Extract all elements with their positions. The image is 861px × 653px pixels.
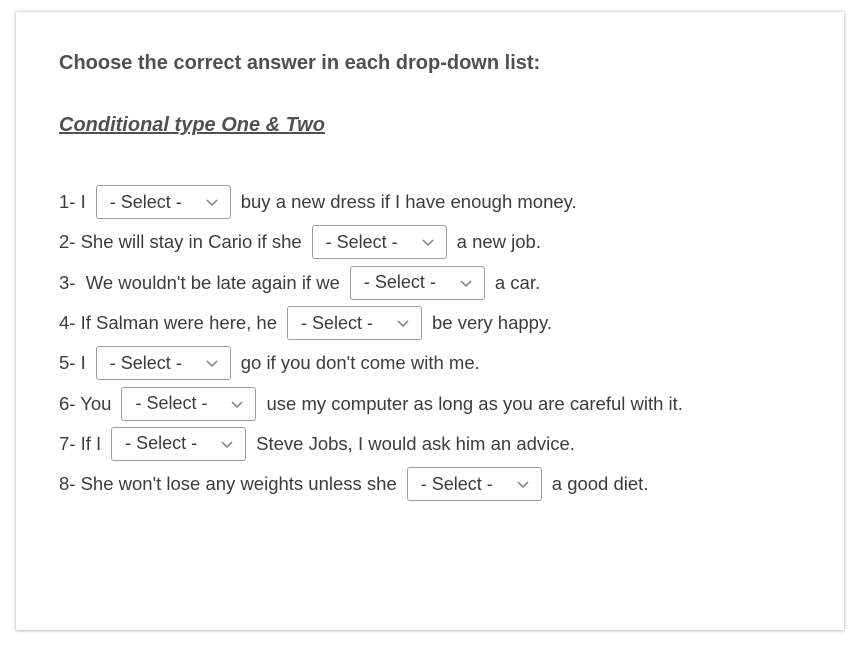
question-5-before: 5- I (59, 352, 86, 374)
question-6-select[interactable]: - Select - (121, 386, 257, 421)
question-7-after: Steve Jobs, I would ask him an advice. (256, 432, 575, 454)
question-2-before: 2- She will stay in Cario if she (59, 231, 302, 253)
exercise-subtitle: Conditional type One & Two (59, 114, 325, 136)
question-5-select[interactable]: - Select - (95, 346, 231, 381)
question-7-select[interactable]: - Select - (111, 426, 247, 461)
question-6-after: use my computer as long as you are caref… (266, 392, 683, 414)
question-list: 1- I - Select - buy a new dress if I hav… (59, 182, 829, 504)
question-3-select-value: - Select - (363, 272, 436, 293)
chevron-down-icon (460, 280, 472, 287)
question-3-after: a car. (494, 271, 541, 293)
question-4-after: be very happy. (432, 312, 552, 334)
chevron-down-icon (221, 441, 233, 449)
instructions-heading: Choose the correct answer in each drop-d… (59, 52, 541, 74)
question-2-after: a new job. (456, 231, 541, 253)
question-8-after: a good diet. (551, 473, 649, 495)
question-2-select[interactable]: - Select - (311, 225, 447, 260)
question-1-after: buy a new dress if I have enough money. (240, 191, 577, 213)
chevron-down-icon (422, 239, 434, 247)
question-3-before: 3- We wouldn't be late again if we (59, 271, 340, 293)
question-6-select-value: - Select - (135, 393, 208, 414)
question-1-select[interactable]: - Select - (95, 185, 231, 220)
chevron-down-icon (397, 320, 409, 328)
question-6: 6- You - Select - use my computer as lon… (59, 383, 829, 423)
question-5-select-value: - Select - (109, 352, 182, 373)
question-8-before: 8- She won't lose any weights unless she (59, 473, 397, 495)
question-2-select-value: - Select - (325, 231, 398, 252)
chevron-down-icon (231, 401, 244, 408)
question-1-select-value: - Select - (109, 191, 182, 212)
question-8-select-value: - Select - (420, 473, 493, 494)
question-2: 2- She will stay in Cario if she - Selec… (59, 222, 829, 262)
question-1-before: 1- I (59, 191, 86, 213)
chevron-down-icon (206, 199, 218, 207)
question-7: 7- If I - Select - Steve Jobs, I would a… (59, 424, 829, 464)
question-4: 4- If Salman were here, he - Select - be… (59, 303, 829, 343)
question-4-select[interactable]: - Select - (287, 306, 422, 341)
question-5: 5- I - Select - go if you don't come wit… (59, 343, 829, 383)
question-8-select[interactable]: - Select - (406, 467, 542, 502)
question-4-select-value: - Select - (301, 312, 374, 333)
question-7-before: 7- If I (59, 432, 102, 454)
chevron-down-icon (206, 360, 218, 368)
question-8: 8- She won't lose any weights unless she… (59, 464, 829, 504)
question-7-select-value: - Select - (125, 433, 198, 454)
question-6-before: 6- You (59, 392, 112, 414)
question-4-before: 4- If Salman were here, he (59, 312, 277, 334)
question-1: 1- I - Select - buy a new dress if I hav… (59, 182, 829, 222)
question-3: 3- We wouldn't be late again if we - Sel… (59, 263, 829, 303)
exercise-card: Choose the correct answer in each drop-d… (16, 12, 844, 630)
question-3-select[interactable]: - Select - (349, 265, 485, 300)
chevron-down-icon (517, 481, 529, 489)
question-5-after: go if you don't come with me. (240, 352, 480, 374)
